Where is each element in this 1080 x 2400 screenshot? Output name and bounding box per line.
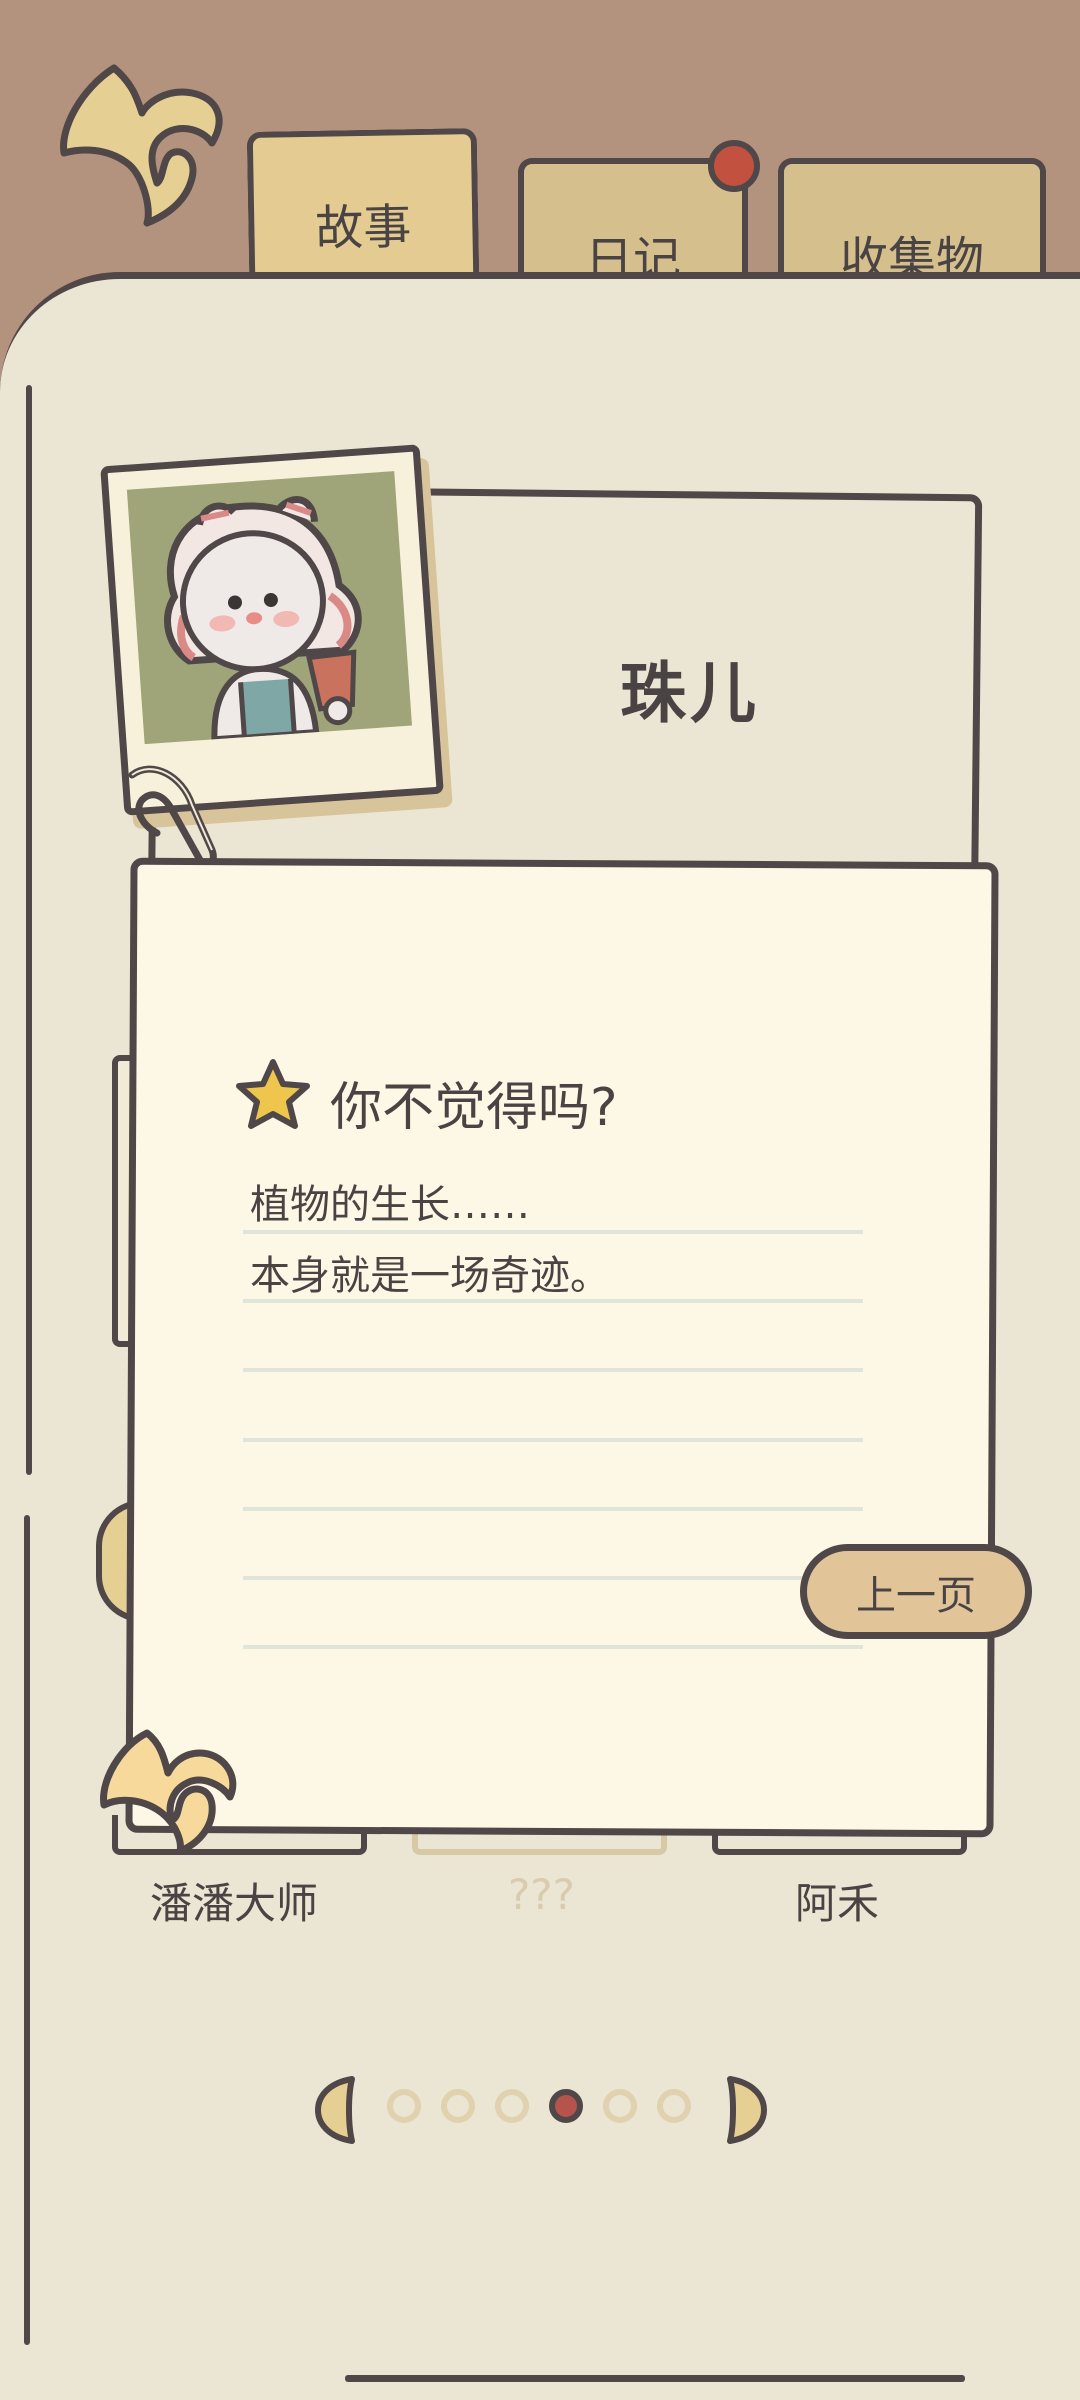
portrait-photo [126, 471, 413, 745]
note-line [243, 1368, 863, 1372]
note-line [243, 1507, 863, 1511]
page-dot-6[interactable] [657, 2089, 691, 2123]
note-line [243, 1230, 863, 1234]
character-name: 珠儿 [620, 655, 760, 732]
note-title: 你不觉得吗? [330, 1078, 618, 1138]
tab-collection[interactable]: 收集物 [778, 158, 1046, 288]
tab-story-label: 故事 [314, 199, 412, 257]
note-line [243, 1645, 863, 1649]
page-dot-1[interactable] [387, 2089, 421, 2123]
next-arrow-icon[interactable] [722, 2075, 772, 2145]
page-dot-4-active[interactable] [549, 2089, 583, 2123]
note-line [243, 1576, 863, 1580]
prev-page-button[interactable]: 上一页 [800, 1544, 1032, 1639]
prev-page-label: 上一页 [856, 1572, 976, 1619]
notification-dot [708, 140, 760, 192]
note-line-1: 植物的生长…… [250, 1182, 530, 1228]
character-label-1[interactable]: 潘潘大师 [150, 1870, 318, 1931]
page-dot-3[interactable] [495, 2089, 529, 2123]
character-label-locked: ??? [508, 1870, 575, 1919]
back-arrow-icon[interactable] [52, 58, 242, 228]
cat-girl-avatar [164, 496, 362, 743]
page-bottom-line [345, 2375, 965, 2382]
page-dot-5[interactable] [603, 2089, 637, 2123]
page-margin-line [26, 385, 32, 1475]
prev-arrow-icon[interactable] [310, 2075, 360, 2145]
page-dot-2[interactable] [441, 2089, 475, 2123]
star-icon [236, 1059, 310, 1129]
note-line [243, 1438, 863, 1442]
tab-story[interactable]: 故事 [246, 128, 480, 282]
page-margin-line-lower [24, 1515, 30, 2345]
dialog-note [125, 857, 999, 1838]
note-line-2: 本身就是一场奇迹。 [250, 1253, 610, 1299]
close-note-arrow-icon[interactable] [92, 1725, 242, 1855]
character-label-3[interactable]: 阿禾 [795, 1870, 879, 1931]
